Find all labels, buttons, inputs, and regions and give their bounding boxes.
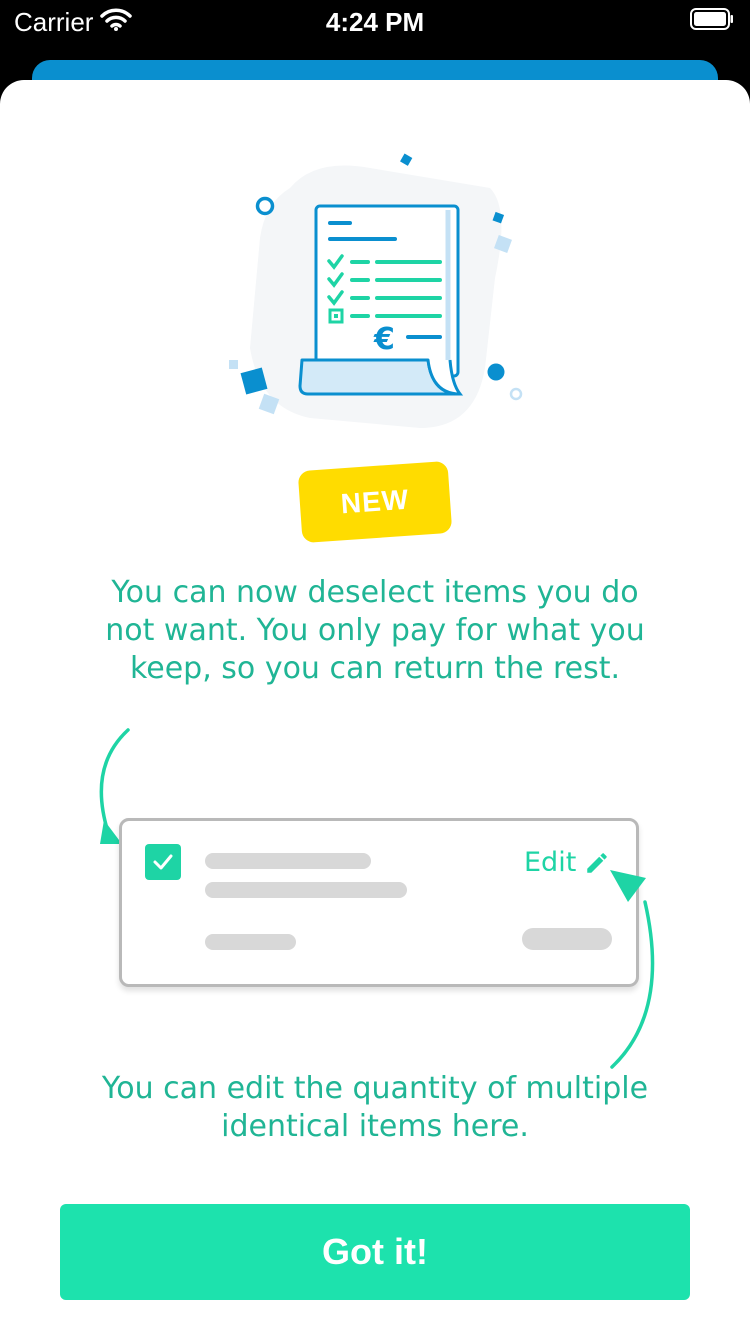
intro-message: You can now deselect items you do not wa… [105,575,645,686]
example-item-card: Edit [119,818,639,987]
item-price-placeholder [522,928,612,950]
status-time: 4:24 PM [325,7,425,37]
got-it-button[interactable]: Got it! [60,1204,690,1300]
item-subtitle-placeholder [205,882,407,898]
receipt-illustration: € [229,153,523,428]
battery-icon [690,8,733,30]
status-bar: Carrier 4:24 PM [0,0,750,42]
edit-quantity-link[interactable]: Edit [524,847,610,878]
item-title-placeholder [205,853,371,869]
edit-hint-message: You can edit the quantity of multiple id… [101,1071,649,1144]
edit-label: Edit [524,847,577,878]
curved-arrow-icon [610,870,655,1069]
new-badge-label: NEW [339,483,411,520]
checkbox-checked-icon [145,844,181,880]
new-badge: NEW [297,460,453,544]
svg-text:€: € [373,322,395,357]
item-meta-placeholder [205,934,296,950]
